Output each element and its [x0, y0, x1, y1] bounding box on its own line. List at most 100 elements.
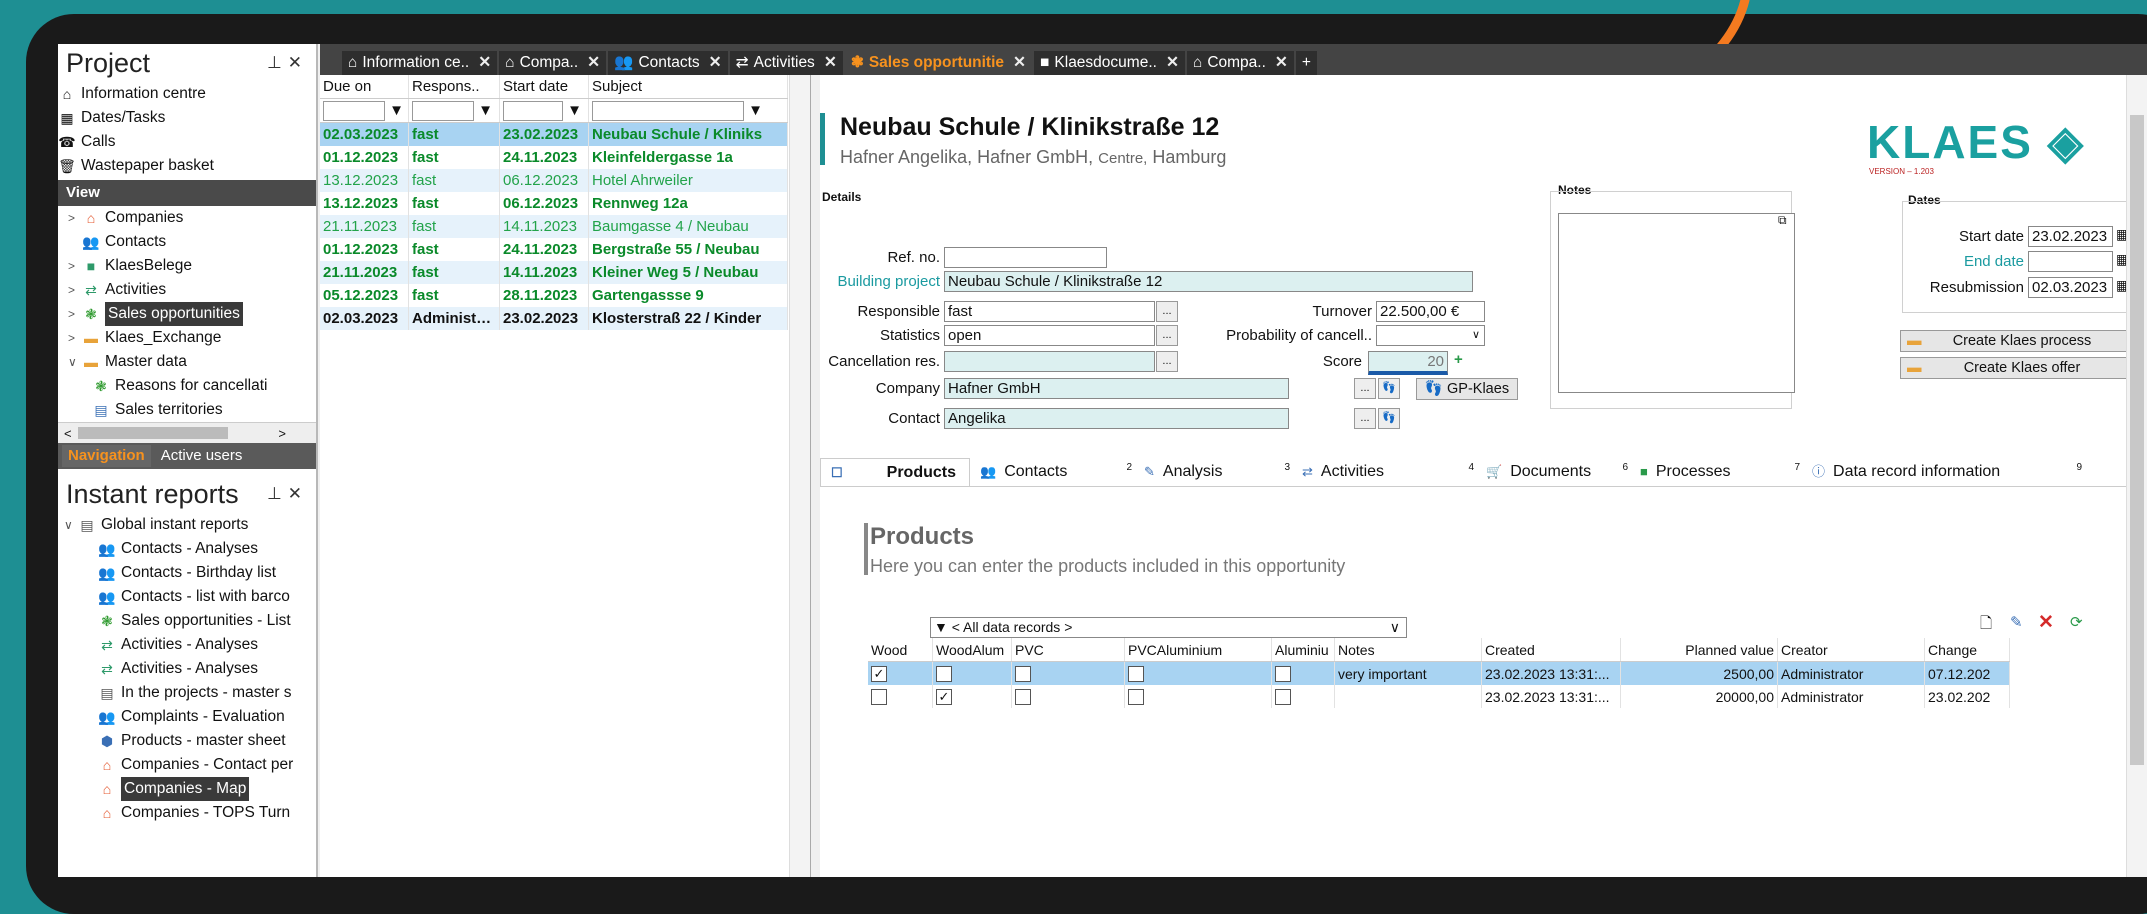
plus-icon[interactable]: +	[1454, 351, 1463, 368]
ref-no-input[interactable]	[944, 247, 1107, 268]
subtab-3[interactable]: ⇄ Activities 4	[1292, 458, 1476, 486]
doc-tab-2[interactable]: 👥 Contacts ✕	[608, 51, 728, 75]
doc-tab-0[interactable]: ⌂ Information ce.. ✕	[342, 51, 498, 75]
end-date-input[interactable]	[2028, 251, 2113, 272]
gp-klaes-button[interactable]: 👣 GP-Klaes	[1416, 378, 1518, 400]
checkbox[interactable]	[1128, 689, 1144, 706]
resubmission-input[interactable]: 02.03.2023	[2028, 277, 2113, 298]
responsible-field[interactable]: fast	[944, 301, 1155, 322]
cancellation-field[interactable]	[944, 351, 1155, 372]
table-row[interactable]: 21.11.2023 fast 14.11.2023 Baumgasse 4 / Ne…	[320, 215, 788, 238]
view-item-sales-territories[interactable]: ▤ Sales territories	[68, 398, 316, 422]
statistics-field[interactable]: open	[944, 325, 1155, 346]
company-field[interactable]: Hafner GmbH	[944, 378, 1289, 399]
project-item-information[interactable]: ⌂ Information centre	[58, 82, 316, 106]
doc-tab-3[interactable]: ⇄ Activities ✕	[729, 51, 843, 75]
checkbox[interactable]	[1275, 689, 1291, 706]
col-subject[interactable]: Subject	[588, 75, 788, 99]
turnover-field[interactable]: 22.500,00 €	[1376, 301, 1485, 322]
checkbox[interactable]	[1275, 666, 1291, 683]
end-date-link[interactable]: End date	[1910, 253, 2024, 270]
view-item-klaes-exchange[interactable]: > ▬ Klaes_Exchange	[68, 326, 316, 350]
building-project-link[interactable]: Building project	[820, 273, 940, 290]
close-icon[interactable]: ✕	[1166, 51, 1179, 75]
subtab-6[interactable]: ⓘ Data record information 9	[1802, 458, 2084, 486]
view-item-contacts[interactable]: 👥 Contacts	[68, 230, 316, 254]
delete-icon[interactable]: ✕	[2038, 611, 2054, 634]
records-filter-select[interactable]: ▼ < All data records > ∨	[930, 617, 1407, 638]
project-item-calls[interactable]: ☎ Calls	[58, 130, 316, 154]
view-item-sales-opportunities[interactable]: > ❃ Sales opportunities	[68, 302, 316, 326]
tree-hscroll[interactable]: < >	[58, 422, 316, 443]
table-row[interactable]: ✓ very important 23.02.2023 13:31:... 2500,…	[868, 661, 2010, 685]
report-item[interactable]: 👥 Contacts - Birthday list	[58, 561, 316, 585]
filter-icon[interactable]: ▼	[748, 101, 763, 118]
table-row[interactable]: 01.12.2023 fast 24.11.2023 Bergstraße 55 / …	[320, 238, 788, 261]
edit-icon[interactable]: ✎	[2010, 613, 2023, 631]
filter-start-input[interactable]	[503, 100, 563, 121]
col-due-on[interactable]: Due on	[320, 75, 409, 99]
checkbox[interactable]	[1015, 666, 1031, 683]
building-project-field[interactable]: Neubau Schule / Klinikstraße 12	[944, 271, 1473, 292]
panel-pin-close-icon[interactable]: ⊥✕	[267, 53, 308, 73]
subtab-0[interactable]: ☐ Products	[820, 458, 970, 486]
view-item-master-data[interactable]: ∨ ▬ Master data	[68, 350, 316, 374]
report-item[interactable]: 👥 Complaints - Evaluation	[58, 705, 316, 729]
report-item[interactable]: ❃ Sales opportunities - List	[58, 609, 316, 633]
filter-due-input[interactable]	[323, 100, 385, 121]
panel-pin-close-icon[interactable]: ⊥✕	[267, 484, 308, 504]
checkbox[interactable]	[1015, 689, 1031, 706]
table-row[interactable]: 13.12.2023 fast 06.12.2023 Rennweg 12a	[320, 192, 788, 215]
start-date-input[interactable]: 23.02.2023	[2028, 226, 2113, 247]
filter-icon[interactable]: ▼	[567, 101, 582, 118]
new-record-icon[interactable]: 🗋	[1980, 613, 1992, 638]
subtab-1[interactable]: 👥 Contacts 2	[970, 458, 1134, 486]
responsible-lookup-button[interactable]: ...	[1156, 301, 1178, 322]
table-row[interactable]: 02.03.2023 fast 23.02.2023 Neubau Schule / …	[320, 122, 788, 146]
filter-resp-input[interactable]	[412, 100, 474, 121]
close-icon[interactable]: ✕	[709, 51, 722, 75]
refresh-icon[interactable]: ⟳	[2070, 613, 2083, 631]
tab-active-users[interactable]: Active users	[155, 445, 249, 467]
report-item[interactable]: ⇄ Activities - Analyses	[58, 633, 316, 657]
close-icon[interactable]: ✕	[478, 51, 491, 75]
doc-tab-4[interactable]: ❃ Sales opportunitie ✕	[844, 51, 1033, 75]
project-item-dates[interactable]: ▦ Dates/Tasks	[58, 106, 316, 130]
contact-field[interactable]: Angelika	[944, 408, 1289, 429]
report-item[interactable]: ⇄ Activities - Analyses	[58, 657, 316, 681]
checkbox[interactable]: ✓	[871, 666, 887, 683]
contact-footprint-icon[interactable]: 👣	[1378, 408, 1400, 429]
col-start-date[interactable]: Start date	[499, 75, 589, 99]
close-icon[interactable]: ✕	[1013, 51, 1026, 75]
view-item-klaesbelege[interactable]: > ■ KlaesBelege	[68, 254, 316, 278]
col-responsible[interactable]: Respons..	[408, 75, 500, 99]
project-item-wastepaper[interactable]: 🗑 Wastepaper basket	[58, 154, 316, 178]
close-icon[interactable]: ✕	[587, 51, 600, 75]
list-scrollbar[interactable]	[789, 75, 810, 877]
report-item[interactable]: ▤ In the projects - master s	[58, 681, 316, 705]
doc-tab-1[interactable]: ⌂ Compa.. ✕	[499, 51, 607, 75]
filter-icon[interactable]: ▼	[478, 101, 493, 118]
expand-icon[interactable]: ⧉	[1778, 213, 1787, 228]
probability-select[interactable]: ∨	[1376, 325, 1485, 346]
doc-tab-6[interactable]: ⌂ Compa.. ✕	[1186, 51, 1294, 75]
doc-tab-5[interactable]: ■ Klaesdocume.. ✕	[1034, 51, 1185, 75]
table-row[interactable]: 01.12.2023 fast 24.11.2023 Kleinfeldergasse…	[320, 146, 788, 169]
view-item-companies[interactable]: > ⌂ Companies	[68, 206, 316, 230]
company-lookup-button[interactable]: ...	[1354, 378, 1376, 399]
report-item[interactable]: 👥 Contacts - list with barco	[58, 585, 316, 609]
subtab-4[interactable]: 🛒 Documents 6	[1476, 458, 1630, 486]
subtab-5[interactable]: ■ Processes 7	[1630, 458, 1802, 486]
add-tab-button[interactable]: +	[1295, 51, 1317, 75]
create-offer-button[interactable]: ▬ Create Klaes offer	[1900, 357, 2144, 379]
view-item-activities[interactable]: > ⇄ Activities	[68, 278, 316, 302]
checkbox[interactable]	[936, 666, 952, 683]
score-field[interactable]: 20	[1368, 351, 1448, 375]
view-item-reasons[interactable]: ❃ Reasons for cancellati	[68, 374, 316, 398]
report-item[interactable]: ⬢ Products - master sheet	[58, 729, 316, 753]
checkbox[interactable]	[1128, 666, 1144, 683]
table-row[interactable]: 02.03.2023 Administ… 23.02.2023 Klosterstra…	[320, 307, 788, 330]
filter-subject-input[interactable]	[592, 100, 744, 121]
report-item[interactable]: ⌂ Companies - Map	[58, 777, 316, 801]
close-icon[interactable]: ✕	[824, 51, 837, 75]
